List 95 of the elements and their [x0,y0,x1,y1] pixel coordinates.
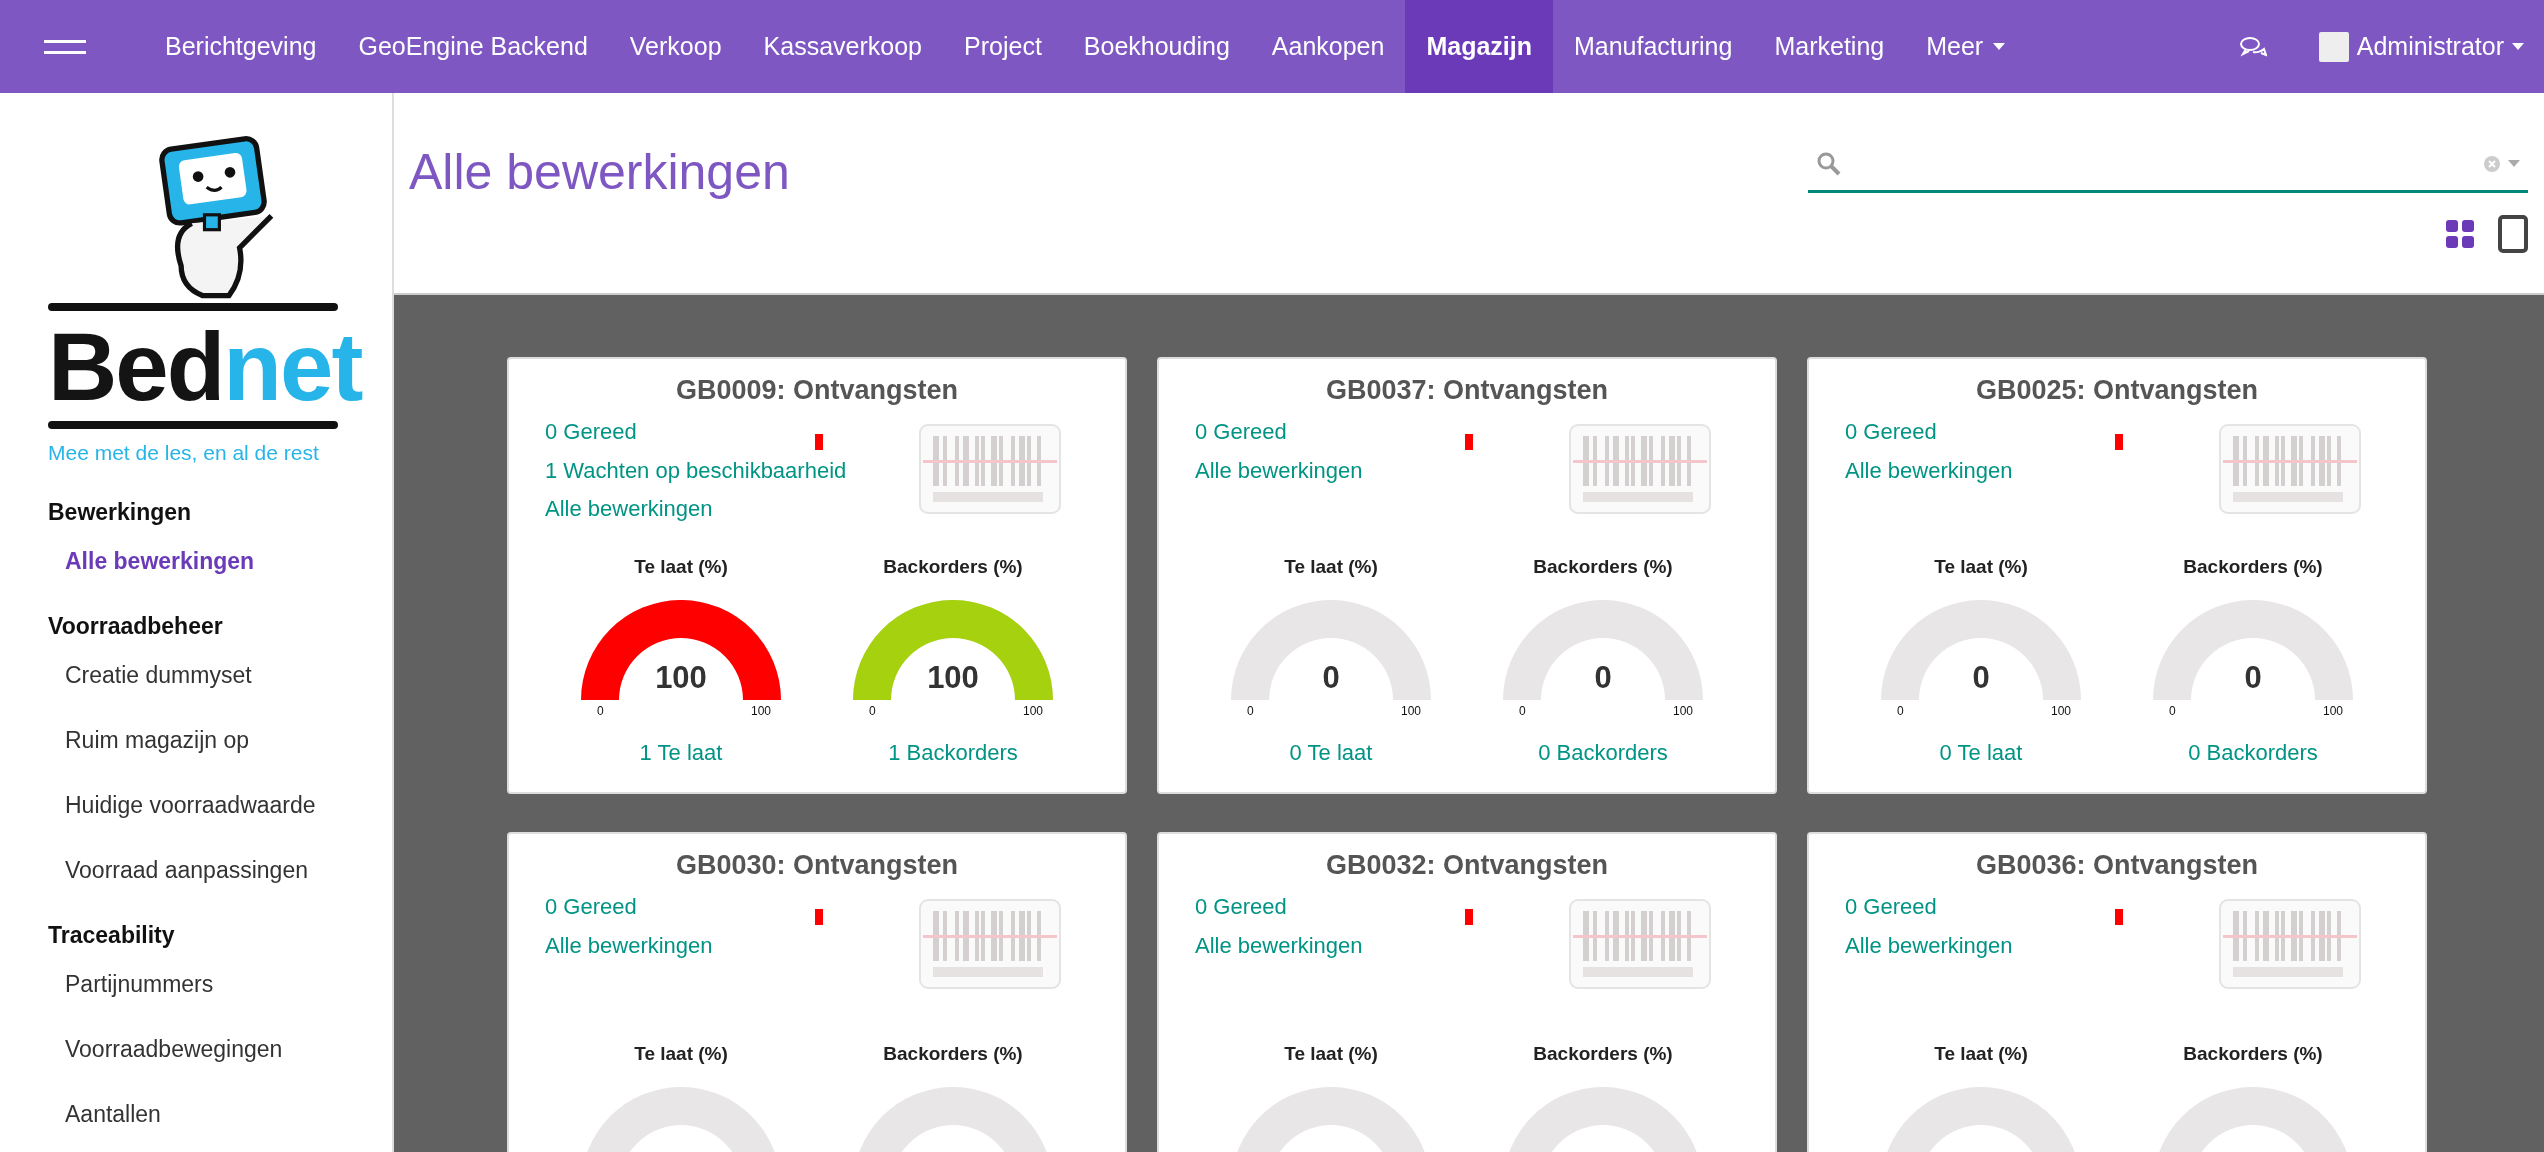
gauge-max: 100 [2322,704,2343,718]
logo-tagline: Mee met de les, en al de rest [48,441,319,465]
sidebar-item[interactable]: Alle bewerkingen [65,548,392,575]
menu-icon[interactable] [44,39,86,54]
gauge-value: 0 [1593,660,1613,696]
gauge-title: Backorders (%) [1533,1043,1673,1065]
gauge-title: Te laat (%) [1934,1043,2028,1065]
gauge-title: Te laat (%) [634,556,728,578]
gauge-title: Backorders (%) [883,556,1023,578]
card-link[interactable]: 0 Gereed [1845,418,2175,447]
caret-icon [2512,43,2524,50]
nav-tab[interactable]: Boekhouding [1062,0,1251,93]
barcode-icon [2219,899,2361,989]
card-link[interactable]: Alle bewerkingen [1845,456,2175,486]
gauge-title: Backorders (%) [1533,556,1673,578]
nav-tab[interactable]: GeoEngine Backend [337,0,609,93]
gauge-title: Te laat (%) [1934,556,2028,578]
gauge-max: 100 [1400,704,1421,718]
barcode-icon [2219,424,2361,514]
nav-tab[interactable]: Magazijn [1405,0,1553,93]
card-title[interactable]: GB0030: Ontvangsten [545,850,1089,881]
gauge-title: Backorders (%) [883,1043,1023,1065]
nav-tab[interactable]: Berichtgeving [144,0,338,93]
gauge-title: Te laat (%) [1284,556,1378,578]
gauge-min: 0 [2169,704,2176,718]
card-link[interactable]: 1 Wachten op beschikbaarheid [545,456,875,486]
gauge-title: Backorders (%) [2183,556,2323,578]
gauge-link[interactable]: 1 Backorders [888,740,1018,766]
card-title[interactable]: GB0032: Ontvangsten [1195,850,1739,881]
card-link[interactable]: 0 Gereed [1195,893,1525,922]
user-menu[interactable]: Administrator [2318,0,2524,93]
gauge-link[interactable]: 0 Backorders [1538,740,1668,766]
gauge-value: 100 [654,660,708,696]
barcode-icon [919,424,1061,514]
gauge-title: Te laat (%) [1284,1043,1378,1065]
caret-icon [1993,43,2006,50]
barcode-icon [1569,424,1711,514]
card-link[interactable]: 0 Gereed [1845,893,2175,922]
card-title[interactable]: GB0036: Ontvangsten [1845,850,2389,881]
gauge-max: 100 [750,704,771,718]
nav-tab[interactable]: Manufacturing [1553,0,1754,93]
search-icon [1816,150,1842,177]
gauge-value: 100 [926,660,980,696]
gauge-link[interactable]: 0 Te laat [1939,740,2023,766]
card-link[interactable]: Alle bewerkingen [545,495,875,524]
gauge-link[interactable]: 0 Backorders [2188,740,2318,766]
sidebar-item[interactable]: Aantallen [65,1101,392,1128]
gauge-min: 0 [1247,704,1254,718]
gauge-max: 100 [1672,704,1693,718]
nav-tab[interactable]: Verkoop [608,0,743,93]
card-title[interactable]: GB0037: Ontvangsten [1195,375,1739,406]
card-link[interactable]: 0 Gereed [1195,418,1525,447]
card-link[interactable]: Alle bewerkingen [1845,931,2175,961]
card-link[interactable]: Alle bewerkingen [545,931,875,961]
nav-tab[interactable]: Project [943,0,1063,93]
sidebar-item[interactable]: Ruim magazijn op [65,727,392,754]
sidebar-heading: Voorraadbeheer [48,613,224,640]
avatar [2318,31,2349,62]
card-link[interactable]: Alle bewerkingen [1195,456,1525,486]
gauge-min: 0 [1897,704,1904,718]
sidebar-item[interactable]: Creatie dummyset [65,662,392,689]
logo-wordmark: Bednet [48,319,362,415]
nav-tab[interactable]: Marketing [1753,0,1906,93]
grid-view-icon[interactable] [2446,220,2474,248]
gauge-value: 0 [2243,660,2263,696]
sidebar-item[interactable]: Voorraad aanpassingen [65,857,392,884]
chat-icon[interactable] [2238,35,2267,58]
gauge-title: Backorders (%) [2183,1043,2323,1065]
gauge-max: 100 [1022,704,1043,718]
card-title[interactable]: GB0009: Ontvangsten [545,375,1089,406]
barcode-icon [1569,899,1711,989]
sidebar-item[interactable]: Huidige voorraadwaarde [65,792,392,819]
card-link[interactable]: 0 Gereed [545,418,875,447]
gauge-link[interactable]: 1 Te laat [639,740,723,766]
nav-tab[interactable]: Kassaverkoop [742,0,943,93]
nav-tab[interactable]: Aankopen [1250,0,1406,93]
gauge-min: 0 [597,704,604,718]
tablet-view-icon[interactable] [2498,215,2528,253]
gauge-min: 0 [869,704,876,718]
gauge-min: 0 [1519,704,1526,718]
gauge-value: 0 [1971,660,1991,696]
sidebar-item[interactable]: Voorraadbewegingen [65,1036,392,1063]
gauge-value: 0 [1321,660,1341,696]
sidebar-item[interactable]: Partijnummers [65,971,392,998]
sidebar-heading: Bewerkingen [48,499,193,526]
gauge-max: 100 [2050,704,2071,718]
card-link[interactable]: Alle bewerkingen [1195,931,1525,961]
card-link[interactable]: 0 Gereed [545,893,875,922]
more-menu[interactable]: Meer [1905,0,2027,93]
barcode-icon [919,899,1061,989]
gauge-title: Te laat (%) [634,1043,728,1065]
page-title: Alle bewerkingen [409,143,791,202]
gauge-link[interactable]: 0 Te laat [1289,740,1373,766]
sidebar-heading: Traceability [48,922,176,949]
card-title[interactable]: GB0025: Ontvangsten [1845,375,2389,406]
